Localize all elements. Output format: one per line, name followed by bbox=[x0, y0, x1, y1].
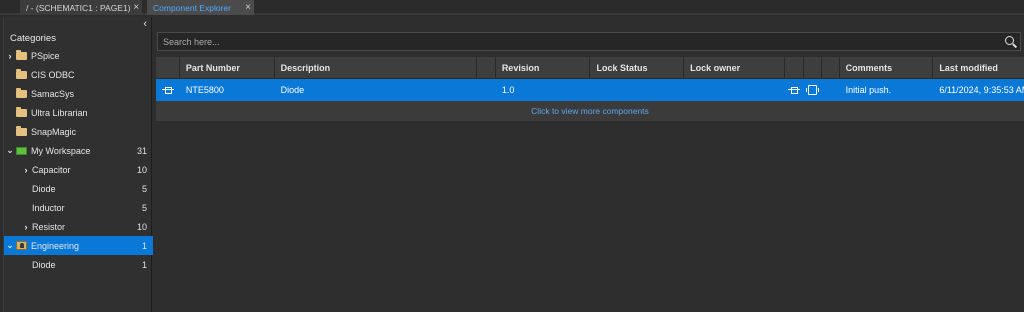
column-header-part-number[interactable]: Part Number bbox=[180, 57, 275, 79]
tree-item-cis-odbc[interactable]: CIS ODBC bbox=[4, 65, 153, 84]
tree-item-label: CIS ODBC bbox=[31, 69, 75, 80]
tree-item-engineering-diode[interactable]: Diode 1 bbox=[4, 255, 153, 274]
tree-item-label: Ultra Librarian bbox=[31, 107, 88, 118]
tree-item-label: Diode bbox=[32, 183, 56, 194]
column-header-extra[interactable] bbox=[822, 57, 840, 79]
tree-item-pspice[interactable]: › PSpice bbox=[4, 46, 153, 65]
table-header: Part Number Description Revision Lock St… bbox=[156, 57, 1024, 79]
tree-item-label: SnapMagic bbox=[31, 126, 77, 137]
symbol-icon[interactable] bbox=[788, 86, 801, 94]
blank-cell bbox=[477, 79, 496, 101]
tab-schematic-label: / - (SCHEMATIC1 : PAGE1) bbox=[26, 2, 131, 13]
tree-item-count: 31 bbox=[136, 145, 147, 156]
tab-bar: / - (SCHEMATIC1 : PAGE1) × Component Exp… bbox=[0, 0, 1024, 15]
column-header-footprint[interactable] bbox=[804, 57, 822, 79]
tree-item-count: 5 bbox=[141, 202, 147, 213]
close-icon[interactable]: × bbox=[131, 2, 142, 13]
column-header-revision[interactable]: Revision bbox=[496, 57, 591, 79]
collapse-panel-icon[interactable]: ‹ bbox=[143, 18, 147, 30]
tree-item-snapmagic[interactable]: SnapMagic bbox=[4, 122, 153, 141]
tree-item-label: Resistor bbox=[32, 221, 66, 232]
chevron-right-icon[interactable]: › bbox=[20, 222, 32, 232]
engineering-icon bbox=[16, 241, 27, 250]
column-header-last-modified[interactable]: Last modified bbox=[933, 57, 1024, 79]
search-bar bbox=[157, 32, 1021, 51]
tree-item-my-workspace[interactable]: ⌄ My Workspace 31 bbox=[4, 141, 153, 160]
folder-icon bbox=[16, 49, 27, 60]
folder-icon bbox=[16, 68, 27, 79]
chevron-down-icon[interactable]: ⌄ bbox=[4, 145, 16, 156]
tree-item-ultra-librarian[interactable]: Ultra Librarian bbox=[4, 103, 153, 122]
chevron-down-icon[interactable]: ⌄ bbox=[4, 240, 16, 251]
folder-icon bbox=[16, 125, 27, 136]
lock-status-cell bbox=[590, 79, 684, 101]
component-explorer-main: Part Number Description Revision Lock St… bbox=[153, 17, 1024, 312]
close-icon[interactable]: × bbox=[242, 2, 254, 13]
tab-component-explorer[interactable]: Component Explorer × bbox=[147, 0, 254, 15]
folder-icon bbox=[16, 87, 27, 98]
tree-item-label: Diode bbox=[32, 259, 56, 270]
extra-cell bbox=[822, 79, 840, 101]
folder-icon bbox=[16, 106, 27, 117]
tree-item-samacsys[interactable]: SamacSys bbox=[4, 84, 153, 103]
column-header-description[interactable]: Description bbox=[275, 57, 477, 79]
column-header-icon[interactable] bbox=[156, 57, 180, 79]
last-modified-cell: 6/11/2024, 9:35:53 AM bbox=[939, 85, 1024, 95]
tree-item-count: 10 bbox=[136, 164, 147, 175]
tab-component-explorer-label: Component Explorer bbox=[153, 2, 231, 13]
tree-item-diode[interactable]: Diode 5 bbox=[4, 179, 153, 198]
search-icon[interactable] bbox=[1000, 33, 1020, 50]
tree-item-count: 1 bbox=[141, 259, 147, 270]
column-header-comments[interactable]: Comments bbox=[840, 57, 934, 79]
tree-item-capacitor[interactable]: › Capacitor 10 bbox=[4, 160, 153, 179]
footprint-icon[interactable] bbox=[806, 85, 820, 95]
tree-item-label: Inductor bbox=[32, 202, 65, 213]
tab-schematic[interactable]: / - (SCHEMATIC1 : PAGE1) × bbox=[20, 0, 142, 15]
chevron-right-icon[interactable]: › bbox=[4, 51, 16, 61]
workspace-icon bbox=[16, 146, 27, 155]
categories-header: Categories bbox=[10, 33, 56, 44]
tree-item-resistor[interactable]: › Resistor 10 bbox=[4, 217, 153, 236]
footprint-cell[interactable] bbox=[804, 79, 822, 101]
tree-item-count: 5 bbox=[141, 183, 147, 194]
part-icon bbox=[161, 86, 174, 94]
symbol-cell[interactable] bbox=[785, 79, 804, 101]
tree-item-label: PSpice bbox=[31, 50, 60, 61]
tree-item-label: My Workspace bbox=[31, 145, 91, 156]
tree-item-count: 10 bbox=[136, 221, 147, 232]
components-table: Part Number Description Revision Lock St… bbox=[156, 57, 1024, 121]
lock-owner-cell bbox=[684, 79, 785, 101]
categories-panel: ‹ Categories › PSpice CIS ODBC SamacSys … bbox=[3, 17, 153, 312]
tree-item-label: SamacSys bbox=[31, 88, 75, 99]
category-tree: › PSpice CIS ODBC SamacSys Ultra Librari… bbox=[4, 46, 153, 274]
column-header-lock-owner[interactable]: Lock owner bbox=[684, 57, 785, 79]
comments-cell: Initial push. bbox=[845, 85, 892, 95]
table-row[interactable]: NTE5800 Diode 1.0 Initial push. 6/11/202… bbox=[156, 79, 1024, 101]
chevron-right-icon[interactable]: › bbox=[20, 165, 32, 175]
tree-item-engineering[interactable]: ⌄ Engineering 1 bbox=[4, 236, 153, 255]
view-more-components-link[interactable]: Click to view more components bbox=[156, 101, 1024, 121]
column-header-symbol[interactable] bbox=[785, 57, 804, 79]
description-cell: Diode bbox=[280, 85, 305, 95]
search-input[interactable] bbox=[158, 33, 1000, 50]
tree-item-count: 1 bbox=[141, 240, 147, 251]
column-header-lock-status[interactable]: Lock Status bbox=[590, 57, 685, 79]
part-number-cell: NTE5800 bbox=[185, 85, 224, 95]
part-icon-cell bbox=[156, 79, 180, 101]
tree-item-label: Capacitor bbox=[32, 164, 71, 175]
tree-item-label: Engineering bbox=[31, 240, 80, 251]
tree-item-inductor[interactable]: Inductor 5 bbox=[4, 198, 153, 217]
revision-cell: 1.0 bbox=[501, 85, 515, 95]
column-header-blank[interactable] bbox=[477, 57, 496, 79]
